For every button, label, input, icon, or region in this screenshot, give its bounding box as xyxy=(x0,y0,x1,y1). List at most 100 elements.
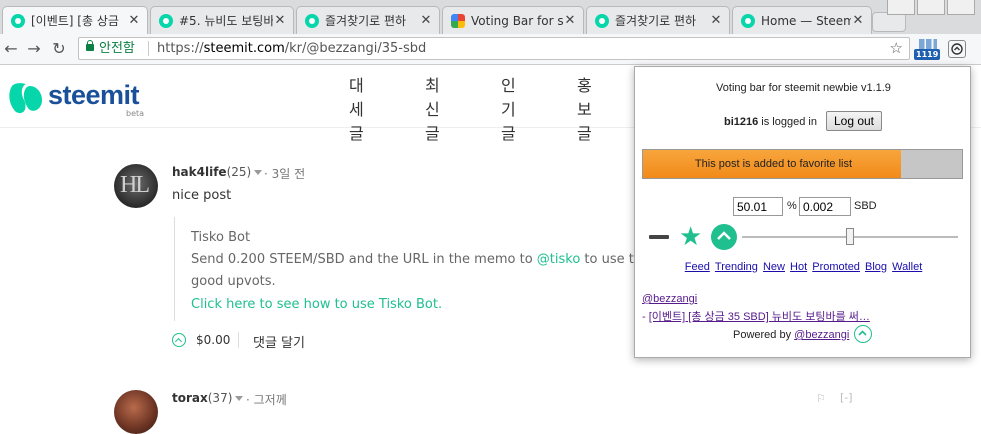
comment-time[interactable]: · 그저께 xyxy=(246,391,287,408)
comment-time[interactable]: · 3일 전 xyxy=(264,165,305,182)
slider-thumb[interactable] xyxy=(846,228,854,245)
popup-title: Voting bar for steemit newbie v1.1.9 xyxy=(716,82,891,94)
url-text: https://steemit.com/kr/@bezzangi/35-sbd xyxy=(157,38,426,59)
tab-title: [이벤트] [총 상금 xyxy=(31,14,119,28)
quote-line: Send 0.200 STEEM/SBD and the URL in the … xyxy=(191,252,663,267)
forward-arrow-icon[interactable]: → xyxy=(24,39,44,59)
close-icon[interactable]: ✕ xyxy=(419,13,433,28)
comment-author[interactable]: torax(37) xyxy=(172,391,247,405)
url-path: /kr/@bezzangi/35-sbd xyxy=(284,41,427,56)
favorite-status-bar[interactable]: This post is added to favorite list xyxy=(642,149,963,179)
nav-new[interactable]: 최신글 xyxy=(425,74,445,146)
steemit-icon xyxy=(305,13,319,28)
downvote-minus-icon[interactable] xyxy=(649,235,669,239)
tisko-howto-link[interactable]: Click here to see how to use Tisko Bot. xyxy=(191,297,442,312)
reputation: (37) xyxy=(207,391,233,405)
login-status: bi1216 is logged in xyxy=(724,116,817,128)
new-tab-button[interactable] xyxy=(872,12,906,32)
address-bar[interactable]: 안전함 https://steemit.com/kr/@bezzangi/35-… xyxy=(78,37,910,60)
tab-title: 즐겨찾기로 편하 xyxy=(615,14,697,28)
avatar[interactable] xyxy=(114,390,158,434)
chevron-down-icon[interactable] xyxy=(254,170,263,175)
comment-author[interactable]: hak4life(25) xyxy=(172,165,266,179)
google-docs-icon xyxy=(451,13,465,28)
close-icon[interactable]: ✕ xyxy=(273,13,287,28)
username: bi1216 xyxy=(724,116,759,128)
bookmark-star-icon[interactable]: ☆ xyxy=(890,38,903,59)
chevron-down-icon[interactable] xyxy=(235,396,244,401)
tab-home-steemit[interactable]: Home — Steemi ✕ xyxy=(732,6,872,34)
url-scheme: https:// xyxy=(157,41,204,56)
link-wallet[interactable]: Wallet xyxy=(892,261,922,273)
steemit-icon xyxy=(741,13,755,28)
tab-event-post[interactable]: [이벤트] [총 상금 ✕ xyxy=(2,6,148,34)
vote-percent-input[interactable] xyxy=(733,197,783,216)
flag-icon[interactable]: ⚐ xyxy=(816,392,826,405)
close-icon[interactable]: ✕ xyxy=(709,13,723,28)
tab-strip: [이벤트] [총 상금 ✕ #5. 뉴비도 보팅바 ✕ 즐겨찾기로 편하 ✕ V… xyxy=(0,0,981,36)
collapse-button[interactable]: [-] xyxy=(840,391,853,404)
beta-label: beta xyxy=(126,109,145,118)
upvote-icon[interactable] xyxy=(172,333,186,347)
logout-button[interactable]: Log out xyxy=(826,111,882,131)
lock-icon xyxy=(86,40,94,51)
close-icon[interactable]: ✕ xyxy=(127,13,141,28)
close-icon[interactable]: ✕ xyxy=(851,13,865,28)
tab-title: Home — Steemi xyxy=(761,13,851,28)
tab-favorites-2[interactable]: 즐겨찾기로 편하 ✕ xyxy=(586,6,730,34)
steemit-icon xyxy=(11,13,25,28)
quote-line: good upvots. xyxy=(191,274,276,289)
post-link[interactable]: - [이벤트] [총 상금 35 SBD] 뉴비도 보팅바를 써… xyxy=(642,308,870,324)
nav-promoted[interactable]: 홍보글 xyxy=(577,74,597,146)
minimize-button[interactable] xyxy=(887,0,915,15)
bar-graph-icon xyxy=(919,39,937,49)
reputation: (25) xyxy=(226,165,252,179)
comment-body: nice post xyxy=(172,188,232,203)
post-author-link[interactable]: @bezzangi xyxy=(642,293,697,305)
window-controls xyxy=(887,0,975,15)
quick-links: Feed Trending New Hot Promoted Blog Wall… xyxy=(635,261,972,273)
favorite-status-text: This post is added to favorite list xyxy=(694,158,853,170)
link-new[interactable]: New xyxy=(763,261,785,273)
link-blog[interactable]: Blog xyxy=(865,261,887,273)
sbd-unit: SBD xyxy=(854,200,877,212)
powered-by-link[interactable]: @bezzangi xyxy=(794,329,849,341)
powered-by: Powered by @bezzangi xyxy=(733,329,850,341)
site-logo-text[interactable]: steemit xyxy=(48,80,140,111)
steemit-icon xyxy=(159,13,173,28)
tab-voting-bar-doc[interactable]: Voting Bar for st ✕ xyxy=(442,6,584,34)
tab-title: #5. 뉴비도 보팅바 xyxy=(179,14,273,28)
extension-badge: 1119 xyxy=(914,49,941,60)
close-window-button[interactable] xyxy=(947,0,975,15)
tisko-link[interactable]: @tisko xyxy=(537,252,581,267)
link-feed[interactable]: Feed xyxy=(685,261,710,273)
upvote-icon[interactable] xyxy=(711,224,737,250)
percent-unit: % xyxy=(787,200,797,212)
steemit-logo-icon[interactable] xyxy=(6,82,44,116)
voting-bar-extension-icon[interactable] xyxy=(948,40,966,58)
favorite-star-icon[interactable]: ★ xyxy=(679,222,702,250)
nav-trending[interactable]: 대세글 xyxy=(349,74,369,146)
tab-newbie-voting-bar[interactable]: #5. 뉴비도 보팅바 ✕ xyxy=(150,6,294,34)
nav-hot[interactable]: 인기글 xyxy=(501,74,521,146)
sbd-value-input[interactable] xyxy=(799,197,851,216)
tab-title: Voting Bar for st xyxy=(471,13,563,28)
link-hot[interactable]: Hot xyxy=(790,261,807,273)
back-arrow-icon[interactable]: ← xyxy=(1,39,21,59)
tab-favorites[interactable]: 즐겨찾기로 편하 ✕ xyxy=(296,6,440,34)
avatar[interactable]: HL xyxy=(114,164,158,208)
steemit-upvote-icon[interactable] xyxy=(854,325,872,343)
link-promoted[interactable]: Promoted xyxy=(812,261,860,273)
payout-value[interactable]: $0.00 xyxy=(196,333,230,347)
reply-button[interactable]: 댓글 달기 xyxy=(253,332,305,351)
divider xyxy=(238,332,239,348)
close-icon[interactable]: ✕ xyxy=(563,13,577,28)
quote-line: Tisko Bot xyxy=(191,230,251,245)
voting-bar-popup: Voting bar for steemit newbie v1.1.9 bi1… xyxy=(634,66,971,358)
extension-icon[interactable]: 1119 xyxy=(914,39,941,60)
divider xyxy=(148,41,149,56)
steemit-icon xyxy=(595,13,609,28)
link-trending[interactable]: Trending xyxy=(715,261,758,273)
reload-icon[interactable]: ↻ xyxy=(49,39,69,59)
maximize-button[interactable] xyxy=(917,0,945,15)
